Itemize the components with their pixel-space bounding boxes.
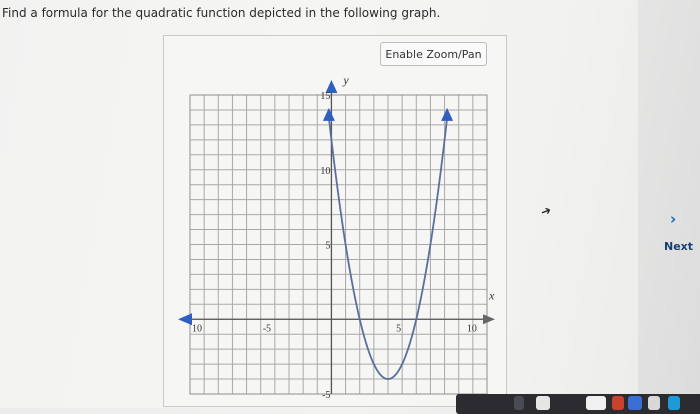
x-axis-label: x [488, 288, 495, 302]
taskbar [456, 394, 700, 414]
next-button[interactable]: › Next [652, 210, 700, 260]
next-label: Next [664, 240, 693, 253]
x-tick-label: 10 [192, 323, 202, 334]
x-tick-label: 10 [467, 323, 477, 334]
axes [178, 80, 495, 394]
y-tick-label: 5 [325, 241, 330, 252]
x-axis-arrow-icon [178, 313, 192, 325]
y-tick-label: 10 [320, 166, 330, 177]
x-tick-label: -5 [263, 323, 271, 334]
chevron-right-icon: › [670, 210, 676, 228]
y-tick-label: 15 [320, 91, 330, 102]
tick-labels: 10 -5 5 10 15 10 5 -5 [192, 91, 477, 401]
grid [190, 95, 487, 394]
y-axis-label: y [342, 73, 349, 87]
quadratic-graph: 10 -5 5 10 15 10 5 -5 x y [0, 0, 700, 408]
x-axis-arrow-icon [483, 314, 495, 324]
y-tick-label: -5 [322, 390, 330, 401]
x-tick-label: 5 [396, 323, 401, 334]
